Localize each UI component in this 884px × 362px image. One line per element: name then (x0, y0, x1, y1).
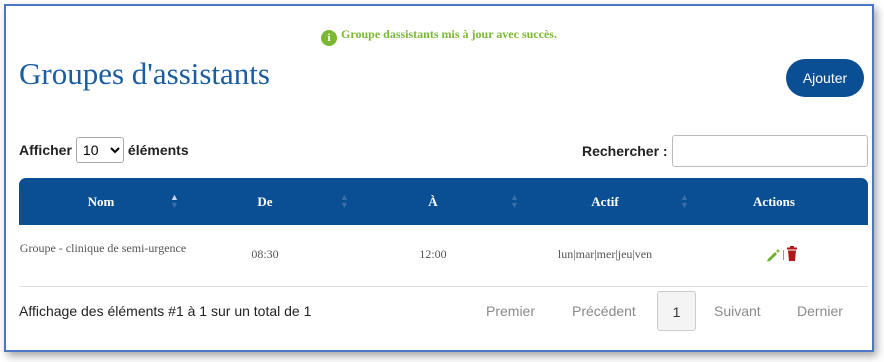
length-prefix: Afficher (19, 142, 72, 158)
column-header-nom[interactable]: Nom (19, 178, 183, 225)
column-label: De (257, 194, 273, 209)
page-title: Groupes d'assistants (19, 56, 270, 91)
length-control: Afficher 10 éléments (19, 137, 189, 163)
column-label: Actif (591, 194, 619, 209)
column-label: Nom (87, 194, 115, 209)
table-row: Groupe - clinique de semi-urgence 08:30 … (19, 225, 868, 287)
delete-icon[interactable] (787, 246, 797, 261)
sort-asc-icon[interactable]: ▲ ▼ (170, 193, 179, 210)
search-control: Rechercher : (582, 135, 868, 167)
column-header-a[interactable]: À (347, 178, 519, 225)
length-suffix: éléments (127, 142, 189, 158)
pagination-next[interactable]: Suivant (714, 291, 761, 331)
action-separator (783, 250, 784, 260)
cell-actions (763, 246, 803, 266)
row-actions-icons (767, 246, 797, 262)
column-label: Actions (753, 194, 795, 209)
cell-nom: Groupe - clinique de semi-urgence (19, 241, 187, 255)
add-button[interactable]: Ajouter (786, 59, 864, 97)
cell-de: 08:30 (251, 247, 279, 261)
cell-a: 12:00 (419, 247, 447, 261)
table-header: Nom ▲ ▼ De ▲ ▼ À ▲ ▼ Actif ▲ ▼ Actions (19, 178, 868, 225)
dialog-frame: i Groupe dassistants mis à jour avec succ… (4, 4, 874, 352)
info-icon: i (321, 30, 338, 46)
column-label: À (428, 194, 438, 209)
page-length-select[interactable]: 10 (75, 137, 124, 163)
column-header-de[interactable]: De (183, 178, 347, 225)
pagination-previous[interactable]: Précédent (572, 291, 636, 331)
search-input[interactable] (671, 135, 868, 167)
sort-icon[interactable]: ▲ ▼ (510, 193, 519, 210)
search-label: Rechercher : (582, 143, 668, 159)
sort-icon[interactable]: ▲ ▼ (680, 193, 689, 210)
pagination-page[interactable]: 1 (657, 291, 696, 331)
edit-icon[interactable] (767, 249, 780, 262)
column-header-actions: Actions (691, 178, 857, 225)
success-alert: i Groupe dassistants mis à jour avec succ… (6, 27, 872, 46)
column-header-actif[interactable]: Actif (519, 178, 691, 225)
alert-text: Groupe dassistants mis à jour avec succè… (341, 27, 557, 41)
pagination-first[interactable]: Premier (486, 291, 535, 331)
cell-actif: lun|mar|mer|jeu|ven (557, 247, 653, 261)
pagination-last[interactable]: Dernier (797, 291, 843, 331)
table-info: Affichage des éléments #1 à 1 sur un tot… (19, 303, 312, 319)
